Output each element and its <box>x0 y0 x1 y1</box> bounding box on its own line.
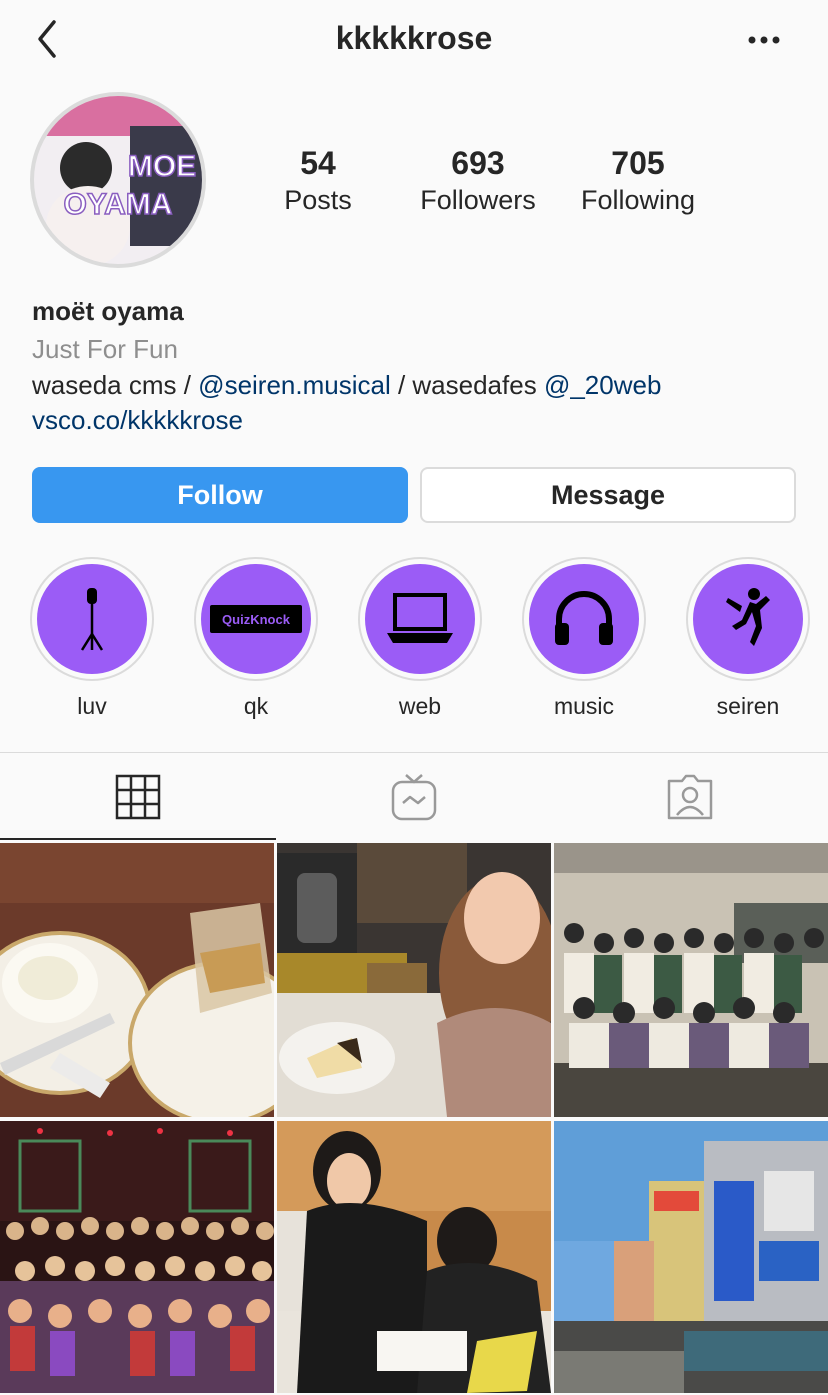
headphones-icon <box>555 591 613 645</box>
microphone-stand-icon <box>80 588 104 651</box>
highlight-seiren[interactable]: seiren <box>684 557 812 720</box>
highlight-cover <box>37 564 147 674</box>
tagged-person-icon <box>667 774 713 820</box>
stat-following[interactable]: 705 Following <box>558 142 718 216</box>
post-two-women-working[interactable] <box>277 1121 551 1395</box>
more-horizontal-icon[interactable] <box>744 22 784 58</box>
tab-grid[interactable] <box>108 770 168 824</box>
highlight-label: seiren <box>716 693 780 719</box>
highlight-luv[interactable]: luv <box>28 557 156 720</box>
avatar[interactable]: MOE OYAMA <box>34 96 202 264</box>
highlight-label: luv <box>77 693 107 719</box>
tabs-divider <box>0 752 828 753</box>
stat-posts[interactable]: 54 Posts <box>238 142 398 216</box>
post-tea-and-pastries[interactable] <box>0 843 274 1117</box>
bio-text-2: / wasedafes <box>390 370 544 400</box>
tv-icon <box>391 774 437 821</box>
profile-category: Just For Fun <box>32 334 178 364</box>
jumping-person-icon <box>726 588 770 646</box>
posts-count: 54 <box>300 145 336 181</box>
laptop-icon <box>387 593 453 643</box>
grid-icon <box>115 774 161 820</box>
post-stage-group[interactable] <box>0 1121 274 1395</box>
quizknock-logo-text: QuizKnock <box>222 612 291 627</box>
highlight-cover <box>693 564 803 674</box>
followers-label: Followers <box>420 185 536 215</box>
top-bar: kkkkkrose <box>0 0 828 80</box>
following-label: Following <box>580 185 696 215</box>
highlight-ring <box>358 557 482 681</box>
highlight-label: music <box>553 693 615 719</box>
highlight-ring: QuizKnock <box>194 557 318 681</box>
active-tab-indicator <box>0 838 276 840</box>
post-dotonbori-street[interactable] <box>554 1121 828 1395</box>
highlight-label: web <box>398 693 442 719</box>
avatar-text-line1: MOE <box>128 150 196 183</box>
following-count: 705 <box>611 145 665 181</box>
profile-link[interactable]: vsco.co/kkkkkrose <box>32 405 243 436</box>
highlight-cover <box>365 564 475 674</box>
stat-followers[interactable]: 693 Followers <box>398 142 558 216</box>
highlight-cover: QuizKnock <box>201 564 311 674</box>
highlight-music[interactable]: music <box>520 557 648 720</box>
highlight-ring <box>522 557 646 681</box>
highlight-label: qk <box>243 693 269 719</box>
bio-mention-seiren[interactable]: @seiren.musical <box>198 370 391 400</box>
profile-username: kkkkkrose <box>335 20 493 56</box>
highlight-ring <box>30 557 154 681</box>
posts-label: Posts <box>284 185 352 215</box>
bio-text-1: waseda cms / <box>32 370 199 400</box>
tab-igtv[interactable] <box>384 770 444 824</box>
followers-count: 693 <box>451 145 505 181</box>
message-button[interactable]: Message <box>420 467 796 523</box>
profile-bio: waseda cms / @seiren.musical / wasedafes… <box>32 370 661 401</box>
bio-mention-20web[interactable]: @_20web <box>544 370 661 400</box>
post-cafe-selfie[interactable] <box>277 843 551 1117</box>
post-group-white-outfits[interactable] <box>554 843 828 1117</box>
highlight-ring <box>686 557 810 681</box>
avatar-text-line2: OYAMA <box>64 188 173 221</box>
profile-name: moët oyama <box>32 296 184 326</box>
tab-tagged[interactable] <box>660 770 720 824</box>
highlight-web[interactable]: web <box>356 557 484 720</box>
follow-button[interactable]: Follow <box>32 467 408 523</box>
quizknock-logo: QuizKnock <box>210 605 302 633</box>
highlight-qk[interactable]: QuizKnock qk <box>192 557 320 720</box>
highlight-cover <box>529 564 639 674</box>
